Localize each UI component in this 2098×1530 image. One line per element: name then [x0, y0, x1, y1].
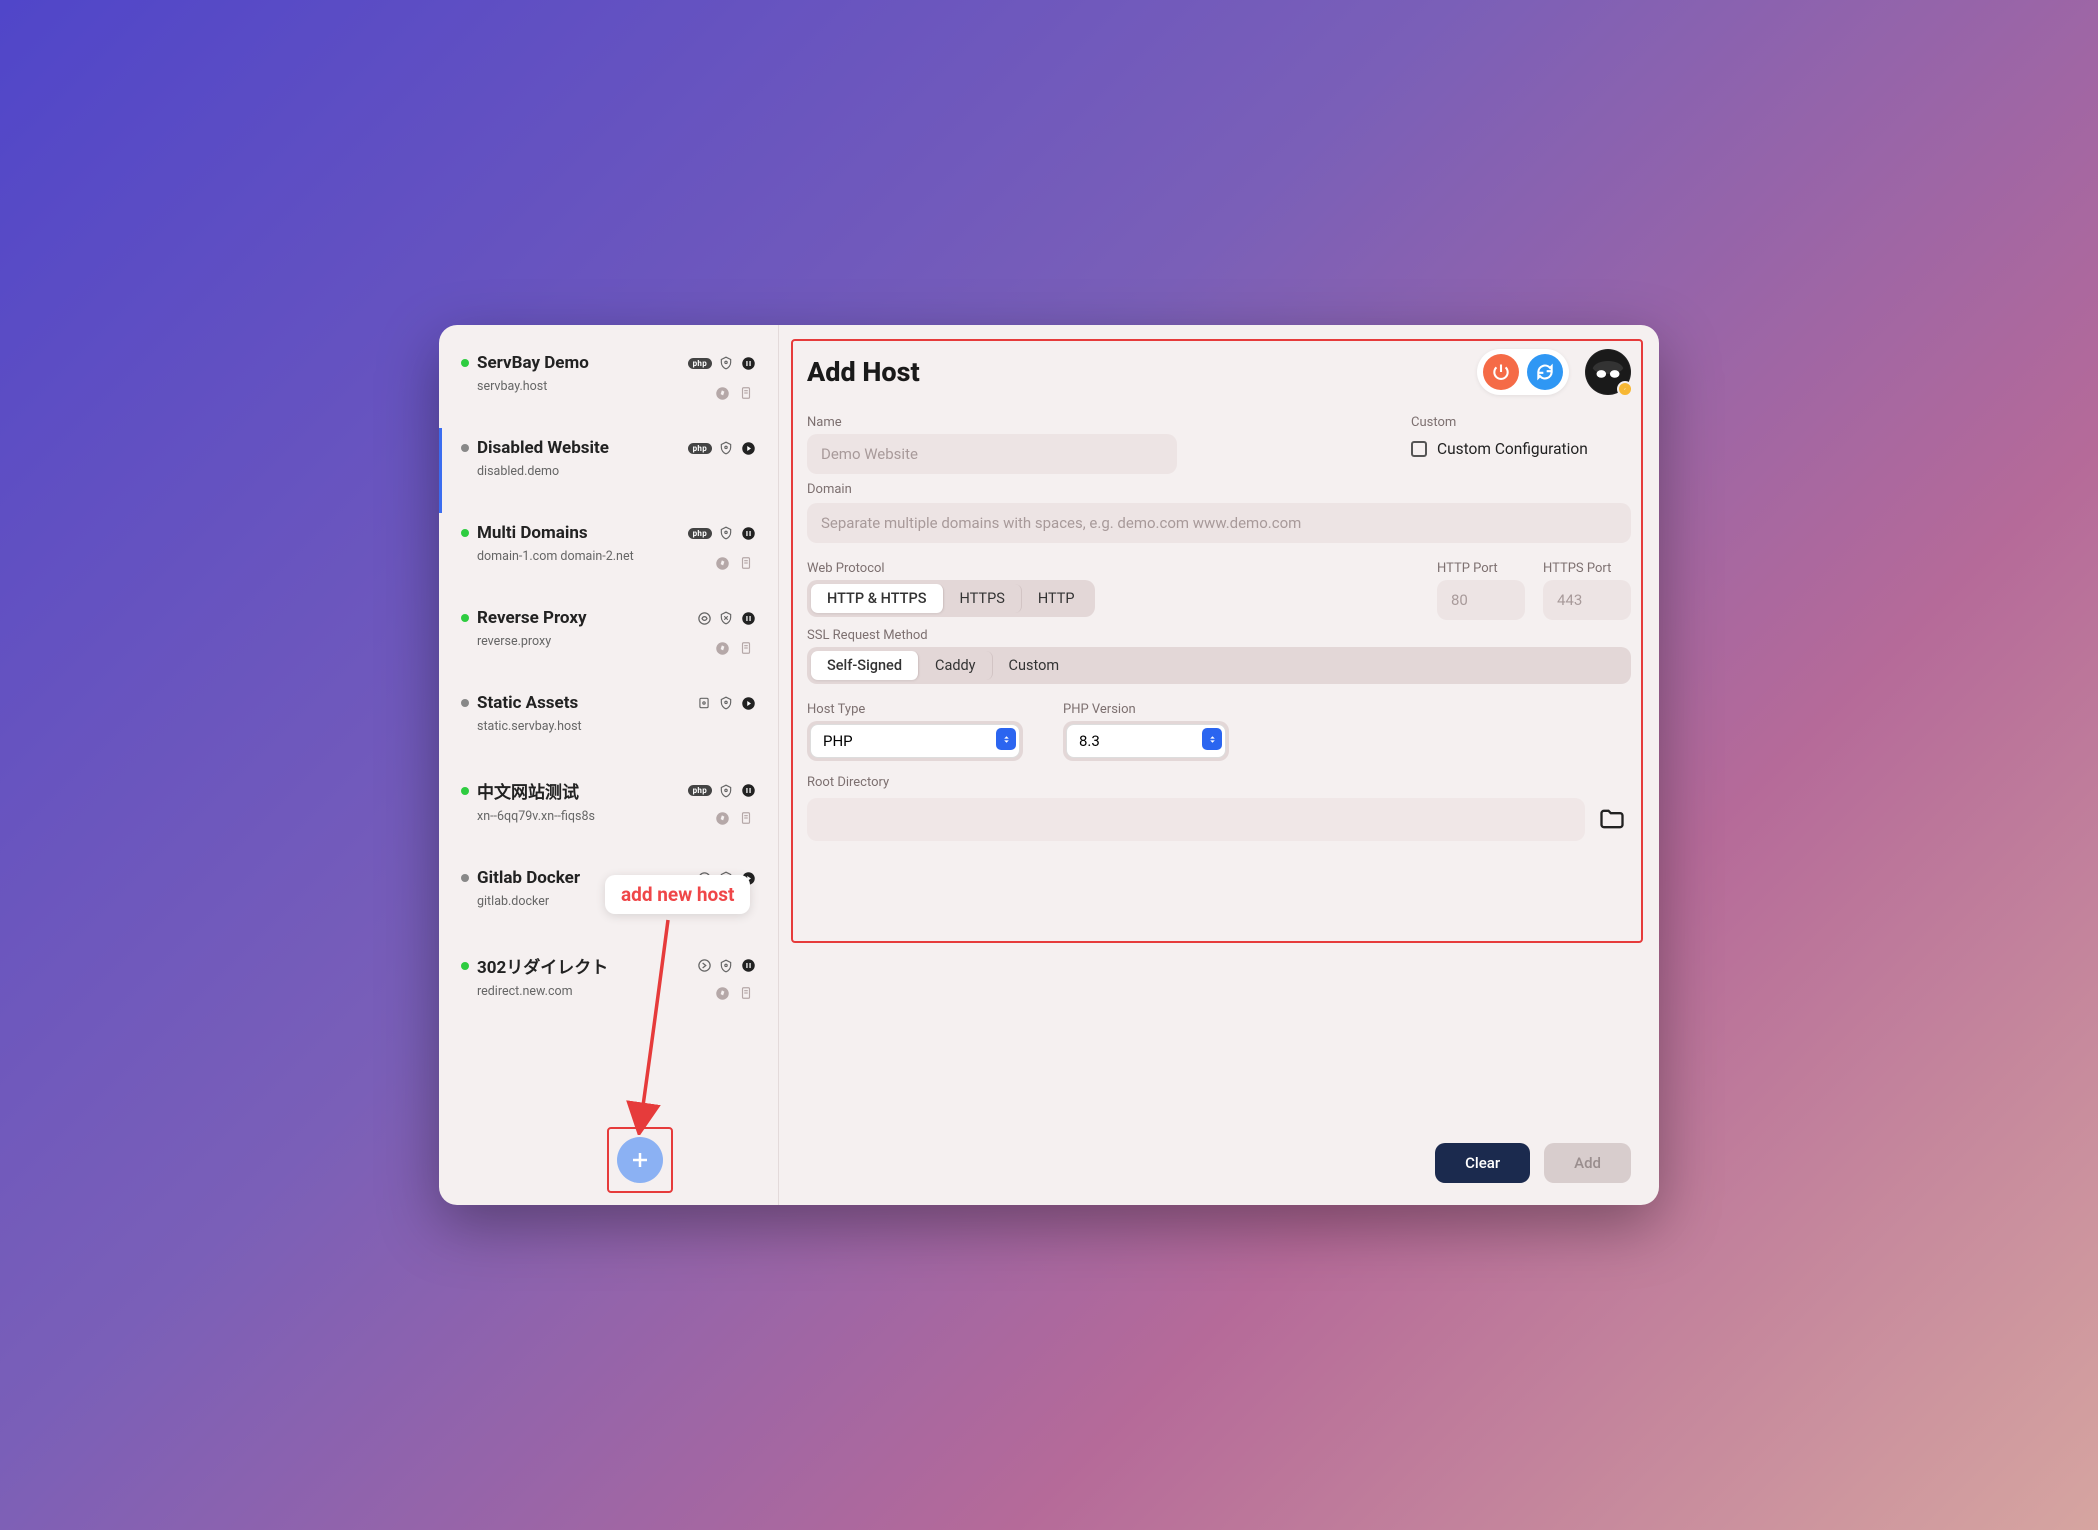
host-item-disabled-website[interactable]: Disabled Website php disabled.demo	[439, 428, 778, 513]
host-item-static-assets[interactable]: Static Assets static.servbay.host	[439, 683, 778, 768]
http-port-label: HTTP Port	[1437, 561, 1525, 576]
status-dot	[461, 529, 469, 537]
host-name: 中文网站测试	[477, 778, 680, 803]
ssl-option-self[interactable]: Self-Signed	[811, 651, 919, 680]
domain-input[interactable]	[807, 503, 1631, 543]
clear-button[interactable]: Clear	[1435, 1143, 1530, 1183]
document-icon[interactable]	[738, 385, 754, 401]
ssl-option-custom[interactable]: Custom	[993, 651, 1076, 680]
protocol-option-both[interactable]: HTTP & HTTPS	[811, 584, 944, 613]
avatar[interactable]	[1585, 349, 1631, 395]
refresh-button[interactable]	[1527, 354, 1563, 390]
custom-config-checkbox[interactable]	[1411, 441, 1427, 457]
host-item-reverse-proxy[interactable]: Reverse Proxy reverse.proxy	[439, 598, 778, 683]
chevron-updown-icon	[996, 728, 1016, 750]
protocol-label: Web Protocol	[807, 561, 1417, 576]
browse-folder-button[interactable]	[1597, 805, 1631, 835]
pause-icon[interactable]	[740, 783, 756, 799]
static-icon	[696, 695, 712, 711]
host-type-label: Host Type	[807, 702, 1023, 717]
play-icon[interactable]	[740, 440, 756, 456]
custom-config-label: Custom Configuration	[1437, 440, 1588, 458]
proxy-icon	[696, 610, 712, 626]
document-icon[interactable]	[738, 640, 754, 656]
tooltip-add-host: add new host	[605, 875, 750, 914]
php-badge-icon: php	[688, 358, 712, 369]
sidebar: ServBay Demo php servbay.host Disabled W…	[439, 325, 779, 1205]
host-name: Disabled Website	[477, 438, 680, 458]
pause-icon[interactable]	[740, 610, 756, 626]
host-name: 302リダイレクト	[477, 953, 688, 978]
host-name: Reverse Proxy	[477, 608, 688, 628]
compass-icon[interactable]	[714, 810, 730, 826]
status-dot	[461, 874, 469, 882]
compass-icon[interactable]	[714, 555, 730, 571]
header-actions	[1477, 349, 1569, 395]
power-button[interactable]	[1483, 354, 1519, 390]
host-item-multi-domains[interactable]: Multi Domains php domain-1.com domain-2.…	[439, 513, 778, 598]
https-port-label: HTTPS Port	[1543, 561, 1631, 576]
protocol-option-https[interactable]: HTTPS	[944, 584, 1022, 613]
compass-icon[interactable]	[714, 640, 730, 656]
status-dot	[461, 699, 469, 707]
pause-icon[interactable]	[740, 355, 756, 371]
page-title: Add Host	[807, 356, 920, 388]
shield-icon	[718, 695, 734, 711]
document-icon[interactable]	[738, 810, 754, 826]
domain-label: Domain	[807, 482, 1631, 497]
php-badge-icon: php	[688, 528, 712, 539]
name-label: Name	[807, 415, 1391, 430]
https-port-input[interactable]	[1543, 580, 1631, 620]
main-panel: Add Host Name	[779, 325, 1659, 1205]
shield-icon	[718, 783, 734, 799]
add-host-button[interactable]	[617, 1137, 663, 1183]
ssl-segmented: Self-Signed Caddy Custom	[807, 647, 1631, 684]
host-item-redirect[interactable]: 302リダイレクト redirect.new.com	[439, 943, 778, 1033]
add-button[interactable]: Add	[1544, 1143, 1631, 1183]
host-type-select[interactable]: PHP	[810, 724, 1020, 758]
host-item-chinese-test[interactable]: 中文网站测试 php xn--6qq79v.xn--fiqs8s	[439, 768, 778, 858]
status-dot	[461, 787, 469, 795]
shield-icon	[718, 355, 734, 371]
host-name: ServBay Demo	[477, 353, 680, 373]
ssl-label: SSL Request Method	[807, 628, 1631, 643]
play-icon[interactable]	[740, 695, 756, 711]
root-label: Root Directory	[807, 775, 1631, 790]
document-icon[interactable]	[738, 985, 754, 1001]
host-sub: static.servbay.host	[477, 719, 756, 734]
ssl-option-caddy[interactable]: Caddy	[919, 651, 993, 680]
shield-icon	[718, 440, 734, 456]
compass-icon[interactable]	[714, 385, 730, 401]
pause-icon[interactable]	[740, 525, 756, 541]
verified-badge-icon	[1617, 381, 1633, 397]
host-name: Multi Domains	[477, 523, 680, 543]
shield-icon	[718, 958, 734, 974]
shield-icon	[718, 525, 734, 541]
php-badge-icon: php	[688, 785, 712, 796]
php-version-label: PHP Version	[1063, 702, 1229, 717]
document-icon[interactable]	[738, 555, 754, 571]
shield-x-icon	[718, 610, 734, 626]
status-dot	[461, 962, 469, 970]
status-dot	[461, 359, 469, 367]
root-directory-input[interactable]	[807, 798, 1585, 841]
protocol-segmented: HTTP & HTTPS HTTPS HTTP	[807, 580, 1095, 617]
status-dot	[461, 614, 469, 622]
protocol-option-http[interactable]: HTTP	[1022, 584, 1091, 613]
app-window: ServBay Demo php servbay.host Disabled W…	[439, 325, 1659, 1205]
status-dot	[461, 444, 469, 452]
host-sub: disabled.demo	[477, 464, 756, 479]
chevron-updown-icon	[1202, 728, 1222, 750]
http-port-input[interactable]	[1437, 580, 1525, 620]
redirect-icon	[696, 958, 712, 974]
host-name: Static Assets	[477, 693, 688, 713]
pause-icon[interactable]	[740, 958, 756, 974]
custom-label: Custom	[1411, 415, 1631, 430]
compass-icon[interactable]	[714, 985, 730, 1001]
host-item-servbay-demo[interactable]: ServBay Demo php servbay.host	[439, 343, 778, 428]
name-input[interactable]	[807, 434, 1177, 474]
php-badge-icon: php	[688, 443, 712, 454]
